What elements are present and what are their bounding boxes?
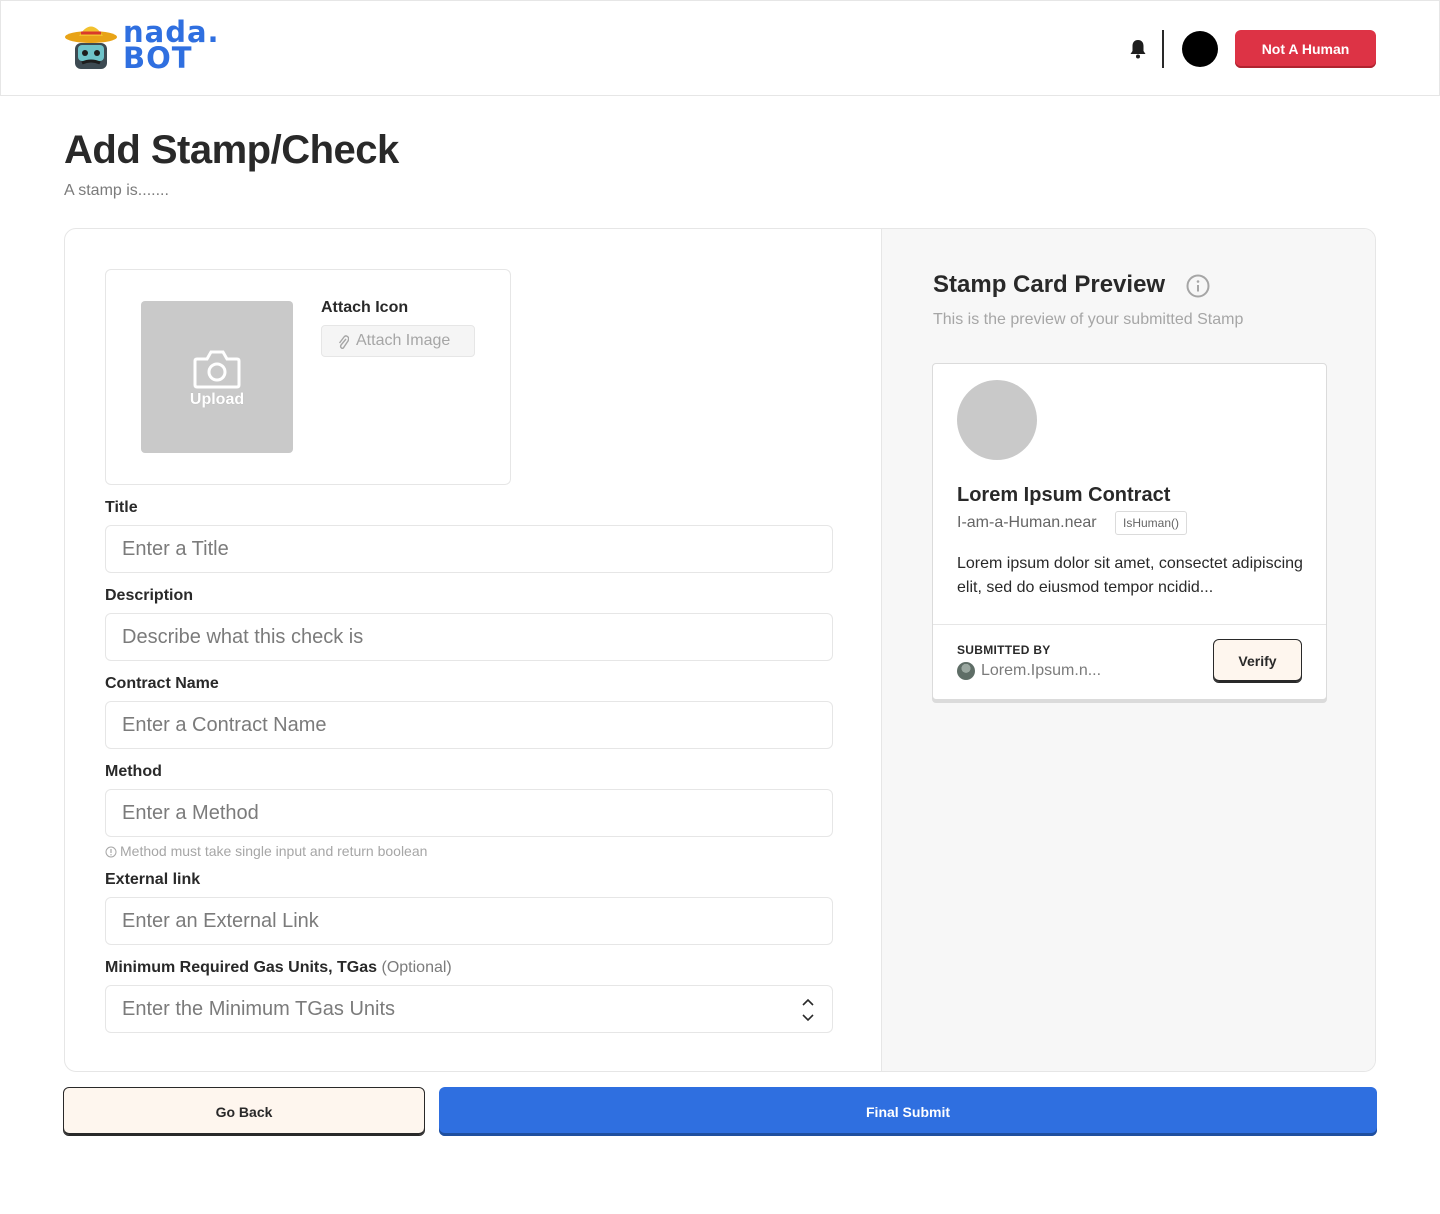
- bot-sombrero-icon: [65, 26, 117, 69]
- stepper-chevrons-icon[interactable]: [798, 995, 818, 1025]
- attach-icon-title: Attach Icon: [321, 299, 409, 316]
- attach-image-label: Attach Image: [356, 332, 451, 349]
- nav-divider: [1162, 30, 1164, 68]
- description-label: Description: [105, 587, 194, 604]
- user-avatar[interactable]: [1182, 31, 1218, 67]
- paperclip-icon: [338, 335, 349, 350]
- icon-upload-box: Upload Attach Icon Attach Image: [105, 269, 511, 485]
- method-input[interactable]: [105, 789, 833, 837]
- preview-column: Stamp Card Preview This is the preview o…: [881, 229, 1375, 1071]
- info-small-icon: [105, 846, 117, 858]
- stamp-title: Lorem Ipsum Contract: [957, 484, 1171, 506]
- stamp-divider: [933, 624, 1326, 625]
- submitted-by-label: SUBMITTED BY: [957, 643, 1051, 657]
- description-input[interactable]: [105, 613, 833, 661]
- min-tgas-input[interactable]: [105, 985, 833, 1033]
- info-icon[interactable]: [1186, 274, 1210, 298]
- title-label: Title: [105, 499, 138, 516]
- top-nav: nada. BOT Not A Human: [0, 0, 1440, 96]
- contract-name-label: Contract Name: [105, 675, 219, 692]
- gas-label: Minimum Required Gas Units, TGas (Option…: [105, 959, 452, 977]
- stamp-avatar: [957, 380, 1037, 460]
- upload-tile[interactable]: Upload: [141, 301, 293, 453]
- camera-icon: [193, 350, 241, 389]
- stamp-card: Lorem Ipsum Contract I-am-a-Human.near I…: [932, 363, 1327, 700]
- not-a-human-button[interactable]: Not A Human: [1235, 30, 1376, 68]
- stamp-form-card: Upload Attach Icon Attach Image Title De…: [64, 228, 1376, 1072]
- verify-button[interactable]: Verify: [1213, 639, 1302, 683]
- submitter-name[interactable]: Lorem.Ipsum.n...: [981, 662, 1101, 680]
- preview-title: Stamp Card Preview: [933, 271, 1166, 298]
- logo-wordmark: nada. BOT: [123, 15, 220, 75]
- gas-label-text: Minimum Required Gas Units, TGas: [105, 959, 378, 976]
- title-input[interactable]: [105, 525, 833, 573]
- page-title: Add Stamp/Check: [64, 128, 399, 172]
- method-label: Method: [105, 763, 162, 780]
- external-link-label: External link: [105, 871, 201, 888]
- preview-subtitle: This is the preview of your submitted St…: [933, 311, 1244, 328]
- method-hint-text: Method must take single input and return…: [120, 843, 428, 859]
- form-column: Upload Attach Icon Attach Image Title De…: [65, 229, 881, 1071]
- go-back-button[interactable]: Go Back: [63, 1087, 425, 1136]
- stamp-description: Lorem ipsum dolor sit amet, consectet ad…: [957, 555, 1303, 596]
- external-link-input[interactable]: [105, 897, 833, 945]
- contract-name-input[interactable]: [105, 701, 833, 749]
- final-submit-button[interactable]: Final Submit: [439, 1087, 1377, 1136]
- bell-icon[interactable]: [1129, 39, 1147, 59]
- method-hint: Method must take single input and return…: [105, 843, 427, 859]
- nada-bot-logo[interactable]: nada. BOT: [65, 15, 255, 75]
- upload-label: Upload: [189, 391, 245, 408]
- stamp-method-badge: IsHuman(): [1115, 511, 1188, 535]
- gas-optional-tag: (Optional): [381, 959, 452, 976]
- stamp-account: I-am-a-Human.near: [957, 514, 1097, 531]
- page-subtitle: A stamp is.......: [64, 182, 169, 199]
- submitter-avatar: [957, 662, 975, 680]
- attach-image-button[interactable]: Attach Image: [321, 325, 475, 357]
